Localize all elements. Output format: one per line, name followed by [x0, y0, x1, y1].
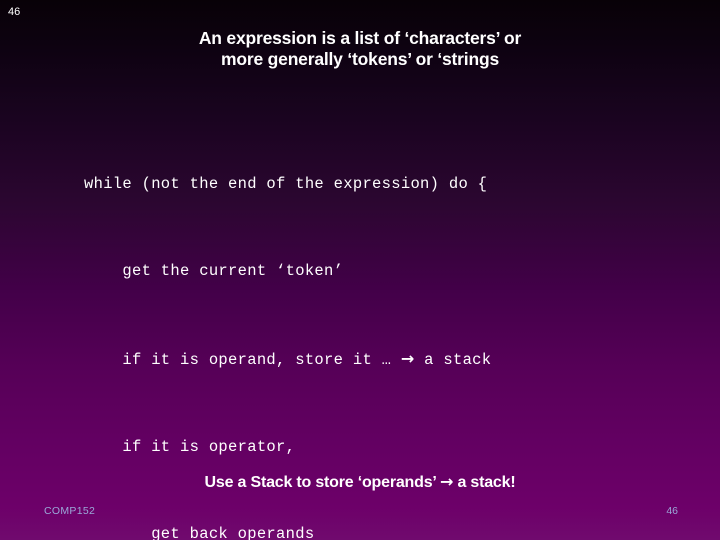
code-line-get-token: get the current ‘token’	[84, 262, 344, 280]
takeaway-text-before: Use a Stack to store ‘operands’	[204, 474, 440, 491]
right-arrow-icon: →	[440, 472, 454, 491]
code-line-if-operator: if it is operator,	[84, 438, 296, 456]
footer-page-number: 46	[666, 505, 678, 517]
takeaway-text: Use a Stack to store ‘operands’ → a stac…	[60, 472, 660, 493]
page-title: An expression is a list of ‘characters’ …	[120, 28, 600, 70]
right-arrow-icon: →	[400, 349, 415, 368]
code-line-if-operand-text: if it is operand, store it …	[84, 351, 401, 369]
page-title-line-2: more generally ‘tokens’ or ‘strings	[221, 49, 499, 69]
page-title-line-1: An expression is a list of ‘characters’ …	[198, 28, 522, 48]
code-line-if-operand: if it is operand, store it … → a stack	[84, 344, 684, 375]
slide-index-label: 46	[8, 6, 21, 18]
footer-course-label: COMP152	[44, 505, 96, 517]
code-line-if-operand-tail: a stack	[414, 351, 492, 369]
code-line-get-back-operands: get back operands	[84, 525, 315, 540]
code-line-while: while (not the end of the expression) do…	[84, 175, 488, 193]
slide-canvas: 46 An expression is a list of ‘character…	[0, 0, 720, 540]
takeaway-text-after: a stack!	[453, 474, 516, 491]
